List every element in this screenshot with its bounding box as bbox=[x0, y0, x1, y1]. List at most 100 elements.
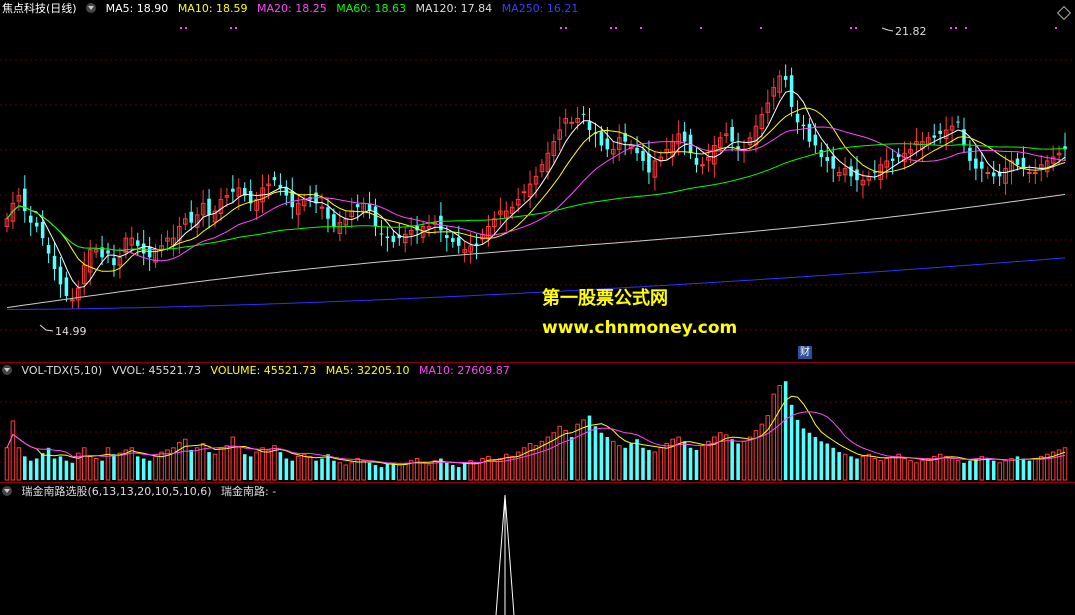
candle-body bbox=[40, 221, 45, 239]
volume-bar bbox=[117, 452, 123, 481]
candle-body bbox=[34, 222, 39, 227]
watermark-title: 第一股票公式网 bbox=[542, 288, 668, 309]
candle-body bbox=[332, 214, 336, 227]
candle-body bbox=[813, 134, 818, 146]
volume-bar bbox=[105, 447, 111, 481]
vol-name[interactable]: VOL-TDX(5,10) bbox=[22, 364, 103, 377]
candle-body bbox=[70, 299, 75, 302]
candle-body bbox=[801, 124, 806, 127]
volume-bar bbox=[445, 462, 449, 480]
price-chart[interactable] bbox=[0, 0, 1075, 362]
signal-dot bbox=[955, 27, 957, 29]
candle-body bbox=[1027, 171, 1032, 174]
signal-dot bbox=[565, 27, 567, 29]
signal-dot bbox=[235, 27, 237, 29]
volume-bar bbox=[248, 456, 253, 480]
candle-body bbox=[599, 131, 604, 146]
candle-body bbox=[849, 166, 853, 177]
candle-body bbox=[855, 169, 859, 181]
indicator-name[interactable]: 瑞金南路选股(6,13,13,20,10,5,10,6) bbox=[22, 485, 212, 498]
volume-bar bbox=[569, 437, 574, 480]
candle-body bbox=[985, 171, 991, 174]
price-panel[interactable]: 焦点科技(日线) MA5: 18.90 MA10: 18.59 MA20: 18… bbox=[0, 0, 1075, 363]
volume-chart[interactable] bbox=[0, 362, 1075, 482]
candle-body bbox=[106, 250, 110, 254]
volume-bar bbox=[736, 443, 740, 480]
volume-bar bbox=[635, 439, 639, 480]
volume-bar bbox=[420, 462, 426, 481]
volume-bar bbox=[207, 452, 211, 480]
volume-bar bbox=[700, 445, 705, 481]
volume-bar bbox=[212, 453, 218, 481]
volume-bar bbox=[777, 385, 782, 481]
candle-body bbox=[980, 161, 984, 169]
high-arrow bbox=[881, 27, 894, 32]
candle-body bbox=[819, 150, 824, 158]
volume-bar bbox=[307, 455, 313, 481]
volume-bar bbox=[747, 436, 753, 481]
volume-bar bbox=[266, 449, 271, 481]
volume-bar bbox=[842, 453, 848, 481]
volume-bar bbox=[367, 462, 372, 480]
volume-bar bbox=[1003, 460, 1008, 481]
volume-bar bbox=[462, 462, 467, 480]
ma5-label: MA5: 18.90 bbox=[105, 2, 169, 15]
finance-badge[interactable]: 财 bbox=[798, 346, 812, 359]
volume-bar bbox=[985, 458, 990, 480]
volume-bar bbox=[730, 439, 734, 480]
stock-title[interactable]: 焦点科技(日线) bbox=[2, 2, 77, 15]
volume-bar bbox=[165, 449, 170, 481]
candle-body bbox=[730, 126, 734, 142]
volume-bar bbox=[295, 455, 301, 481]
candle-body bbox=[694, 157, 699, 165]
volume-header: VOL-TDX(5,10) VVOL: 45521.73 VOLUME: 455… bbox=[2, 364, 516, 378]
volume-bar bbox=[557, 425, 563, 481]
ma-dropdown-icon[interactable] bbox=[86, 3, 97, 13]
candle-body bbox=[319, 206, 325, 209]
volume-bar bbox=[771, 393, 777, 481]
volume-bar bbox=[878, 460, 884, 481]
vol-ma5-label: MA5: 32205.10 bbox=[325, 364, 410, 377]
volume-bar bbox=[706, 440, 711, 481]
volume-bar bbox=[391, 462, 396, 480]
volume-bar bbox=[1021, 458, 1026, 480]
volume-bar bbox=[64, 460, 69, 480]
volume-bar bbox=[290, 460, 295, 480]
ma120-label: MA120: 17.84 bbox=[415, 2, 493, 15]
volume-bar bbox=[599, 432, 604, 480]
volume-bar bbox=[658, 447, 664, 481]
volume-bar bbox=[70, 462, 75, 480]
volume-bar bbox=[962, 462, 966, 480]
candle-body bbox=[956, 121, 960, 123]
vol-dropdown-icon[interactable] bbox=[2, 365, 12, 375]
volume-bar bbox=[1027, 460, 1032, 480]
volume-panel[interactable]: VOL-TDX(5,10) VVOL: 45521.73 VOLUME: 455… bbox=[0, 362, 1075, 483]
indicator-chart[interactable] bbox=[0, 483, 1075, 615]
candle-body bbox=[1021, 157, 1026, 169]
volume-bar bbox=[320, 458, 324, 480]
volume-bar bbox=[605, 437, 610, 480]
ind-dropdown-icon[interactable] bbox=[2, 486, 12, 496]
indicator-panel[interactable]: 瑞金南路选股(6,13,13,20,10,5,10,6) 瑞金南路: - bbox=[0, 483, 1075, 615]
volume-bar bbox=[343, 464, 349, 481]
candle-body bbox=[231, 188, 235, 192]
volume-bar bbox=[920, 460, 925, 481]
candle-body bbox=[635, 147, 639, 154]
volume-bar bbox=[813, 437, 818, 480]
candle-body bbox=[938, 130, 942, 134]
volume-bar bbox=[682, 441, 687, 480]
volume-bar bbox=[23, 456, 27, 480]
volume-bar bbox=[968, 460, 972, 480]
candle-body bbox=[825, 157, 830, 161]
ma10-label: MA10: 18.59 bbox=[177, 2, 248, 15]
signal-dot bbox=[615, 27, 617, 29]
volume-label: VOLUME: 45521.73 bbox=[210, 364, 317, 377]
volume-bar bbox=[153, 455, 158, 481]
volume-bar bbox=[230, 436, 236, 481]
volume-bar bbox=[189, 449, 194, 480]
signal-dot bbox=[855, 27, 857, 29]
candle-body bbox=[135, 240, 140, 246]
volume-bar bbox=[361, 460, 366, 481]
signal-dot bbox=[1055, 27, 1057, 29]
volume-bar bbox=[914, 462, 919, 481]
